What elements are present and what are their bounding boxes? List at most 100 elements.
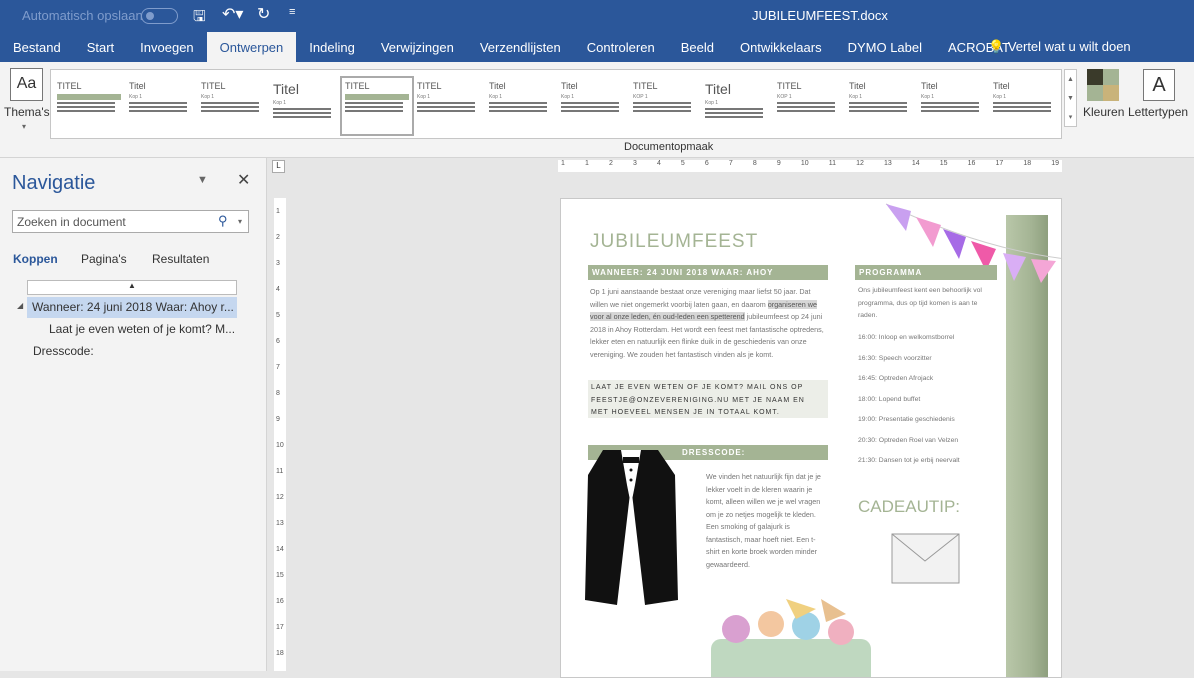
search-input[interactable]: Zoeken in document ⚲ ▾: [12, 210, 249, 233]
envelope-icon: [891, 533, 960, 584]
style-set-thumbnail[interactable]: Titel Kop 1: [918, 78, 988, 134]
themes-icon[interactable]: Aa: [10, 68, 43, 101]
dresscode-text: We vinden het natuurlijk fijn dat je je …: [706, 472, 821, 569]
tab-start[interactable]: Start: [74, 32, 127, 62]
document-page[interactable]: JUBILEUMFEEST WANNEER: 24 JUNI 2018 WAAR…: [560, 198, 1062, 678]
style-set-thumbnail[interactable]: Titel Kop 1: [846, 78, 916, 134]
tab-verzendlijsten[interactable]: Verzendlijsten: [467, 32, 574, 62]
horizontal-ruler[interactable]: 1 1 2 3 4 5 6 7 8 9 10 11 12 13 14 15 16 17 18 19: [558, 160, 1062, 172]
style-title: Titel: [273, 81, 299, 97]
programma-item: 16:45: Optreden Afrojack: [858, 375, 934, 382]
ruler-tick-label: 10: [276, 442, 284, 449]
tab-resultaten[interactable]: Resultaten: [152, 252, 209, 266]
fonts-button[interactable]: Lettertypen: [1128, 105, 1188, 119]
ruler-tick-label: 17: [276, 624, 284, 631]
tab-controleren[interactable]: Controleren: [574, 32, 668, 62]
tab-invoegen[interactable]: Invoegen: [127, 32, 207, 62]
style-set-thumbnail[interactable]: Titel Kop 1: [990, 78, 1060, 134]
ruler-tick-label: 9: [276, 416, 280, 423]
programma-item: 19:00: Presentatie geschiedenis: [858, 416, 955, 423]
ruler-tick-label: 6: [276, 338, 280, 345]
chevron-down-icon[interactable]: ▾: [22, 122, 26, 131]
nav-heading[interactable]: Laat je even weten of je komt? M...: [49, 322, 235, 336]
ruler-tick-label: 8: [276, 390, 280, 397]
cake-image: [711, 599, 871, 677]
ruler-tick-label: 7: [276, 364, 280, 371]
tab-indeling[interactable]: Indeling: [296, 32, 368, 62]
style-set-thumbnail[interactable]: TITEL KOP 1: [774, 78, 844, 134]
ruler-tick-label: 12: [276, 494, 284, 501]
ruler-tick-label: 4: [276, 286, 280, 293]
tab-bestand[interactable]: Bestand: [0, 32, 74, 62]
tab-dymo-label[interactable]: DYMO Label: [835, 32, 935, 62]
fonts-icon[interactable]: A: [1143, 69, 1175, 101]
gallery-scroll[interactable]: ▲ ▼ ▾: [1064, 69, 1077, 127]
style-title: TITEL: [57, 81, 82, 91]
close-icon[interactable]: ✕: [237, 170, 250, 190]
redo-icon[interactable]: ↻: [257, 4, 270, 24]
ruler-tick-label: 4: [656, 160, 661, 167]
ruler-tick-label: 19: [1051, 160, 1059, 167]
ruler-tick-label: 3: [276, 260, 280, 267]
style-title: Titel: [921, 81, 938, 91]
tab-koppen[interactable]: Koppen: [13, 252, 58, 266]
autosave-label: Automatisch opslaan: [22, 8, 143, 23]
style-set-thumbnail[interactable]: TITEL KOP 1: [630, 78, 700, 134]
customize-icon[interactable]: ≡: [289, 6, 295, 18]
style-set-thumbnail[interactable]: Titel Kop 1: [702, 78, 772, 134]
doc-title: JUBILEUMFEEST: [590, 231, 759, 252]
style-bar: [345, 94, 409, 100]
search-icon[interactable]: ⚲: [218, 213, 228, 229]
tab-paginas[interactable]: Pagina's: [81, 252, 127, 266]
ruler-tick-label: 17: [995, 160, 1004, 167]
save-icon[interactable]: 🖫: [193, 6, 206, 31]
style-heading: Kop 1: [489, 94, 503, 100]
ruler-tick-label: 3: [632, 160, 637, 167]
style-set-thumbnail[interactable]: Titel Kop 1: [270, 78, 340, 134]
ruler-tick-label: 1: [584, 160, 589, 167]
nav-heading[interactable]: Wanneer: 24 juni 2018 Waar: Ahoy r...: [27, 297, 237, 318]
style-heading: Kop 1: [849, 94, 863, 100]
themes-button[interactable]: Thema's: [4, 105, 50, 119]
style-set-thumbnail[interactable]: TITEL: [54, 78, 124, 134]
ruler-tick-label: 11: [276, 468, 284, 475]
tab-verwijzingen[interactable]: Verwijzingen: [368, 32, 467, 62]
style-set-thumbnail[interactable]: TITEL Kop 1: [198, 78, 268, 134]
style-set-thumbnail[interactable]: Titel Kop 1: [126, 78, 196, 134]
ruler-tick-label: 1: [561, 160, 565, 167]
vertical-ruler[interactable]: 1 2 3 4 5 6 7 8 9 10 11 12 13 14 15 16 17 18: [274, 198, 286, 671]
style-title: Titel: [993, 81, 1010, 91]
undo-icon[interactable]: ↶▾: [222, 4, 243, 24]
ruler-tick-label: 6: [704, 160, 709, 167]
tab-beeld[interactable]: Beeld: [668, 32, 727, 62]
style-title: TITEL: [417, 81, 442, 91]
document-title: JUBILEUMFEEST.docx: [752, 8, 888, 23]
ruler-tick-label: 5: [680, 160, 685, 167]
style-set-thumbnail[interactable]: Titel Kop 1: [486, 78, 556, 134]
ruler-tick-label: 16: [967, 160, 976, 167]
tab-ontwerpen[interactable]: Ontwerpen: [206, 32, 297, 62]
colors-icon[interactable]: [1087, 69, 1119, 101]
style-set-thumbnail[interactable]: TITEL Kop 1: [414, 78, 484, 134]
tuxedo-image: [585, 450, 678, 605]
nav-heading[interactable]: Dresscode:: [33, 344, 94, 358]
autosave-toggle[interactable]: [141, 8, 178, 24]
tab-ontwikkelaars[interactable]: Ontwikkelaars: [727, 32, 835, 62]
intro-text: Op 1 juni aanstaande bestaat onze vereni…: [590, 287, 824, 359]
collapse-bar[interactable]: ▲: [27, 280, 237, 295]
style-set-thumbnail[interactable]: Titel Kop 1: [558, 78, 628, 134]
tell-me[interactable]: 💡 Vertel wat u wilt doen: [988, 39, 1131, 55]
chevron-down-icon[interactable]: ▾: [238, 217, 242, 226]
ruler-tick-label: 10: [800, 160, 809, 167]
chevron-down-icon[interactable]: ▼: [197, 174, 208, 186]
ruler-tick-label: 15: [276, 572, 284, 579]
style-title: TITEL: [777, 81, 802, 91]
ruler-tick-label: 12: [856, 160, 864, 167]
colors-button[interactable]: Kleuren: [1083, 105, 1124, 119]
style-set-thumbnail[interactable]: TITEL: [340, 76, 414, 136]
ruler-tick-label: 1: [276, 208, 280, 215]
style-heading: KOP 1: [777, 94, 792, 100]
ruler-tick-label: 14: [276, 546, 284, 553]
expand-icon[interactable]: ◢: [17, 301, 23, 310]
tab-selector[interactable]: L: [272, 160, 285, 173]
